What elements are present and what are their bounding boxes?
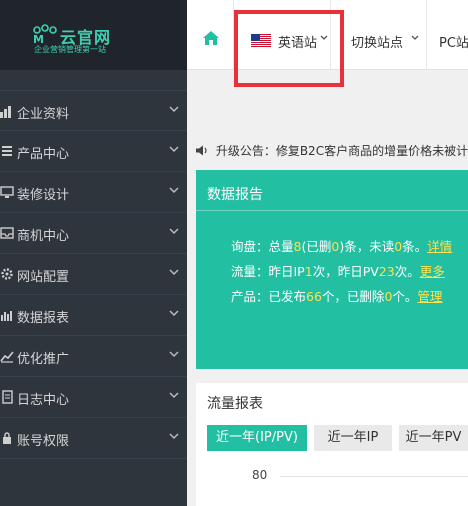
traffic-line: 流量：昨日IP1次，昨日PV23次。更多 [231, 261, 445, 280]
speaker-icon [196, 145, 207, 156]
bar-chart-icon [0, 106, 11, 118]
report-title: 数据报告 [207, 187, 263, 203]
y-axis-tick: 80 [252, 468, 268, 482]
product-text: 个，已删除 [321, 289, 385, 304]
chevron-down-icon [169, 433, 179, 440]
inquiry-unread: 0 [394, 239, 403, 254]
sidebar-item-label: 产品中心 [17, 147, 70, 162]
switch-site-label: 切换站点 [351, 36, 404, 51]
language-label: 英语站 [278, 36, 318, 51]
chevron-down-icon [169, 351, 179, 358]
data-report-panel: 数据报告 询盘：总量8(已删0)条，未读0条。详情 流量：昨日IP1次，昨日PV… [196, 170, 468, 369]
sidebar-item-label: 优化推广 [17, 352, 70, 367]
logo-icon: M [33, 24, 57, 44]
monitor-icon [0, 186, 14, 198]
product-text: 个。 [392, 289, 418, 304]
sidebar-item-account[interactable]: 账号权限 [0, 418, 187, 459]
sidebar-item-label: 企业资料 [17, 107, 70, 122]
inquiry-text: (已删 [301, 239, 332, 254]
chart-gridline [280, 476, 468, 477]
sidebar-item-company-info[interactable]: 企业资料 [0, 90, 187, 131]
home-button[interactable] [187, 0, 234, 70]
logo[interactable]: M 云官网 企业营销管理第一站 [0, 0, 187, 70]
traffic-report-title: 流量报表 [207, 396, 263, 412]
product-line: 产品：已发布66个，已删除0个。管理 [231, 286, 442, 305]
us-flag-icon [251, 34, 271, 47]
sidebar-item-label: 账号权限 [17, 434, 70, 449]
pc-site-label: PC站 [439, 36, 468, 51]
home-icon [203, 31, 219, 45]
inquiry-label: 询盘：总量 [231, 239, 294, 254]
inquiry-details-link[interactable]: 详情 [427, 239, 452, 254]
inquiry-text: 条。 [402, 239, 428, 254]
tab-year-ip[interactable]: 近一年IP [314, 425, 392, 451]
sidebar-item-logs[interactable]: 日志中心 [0, 377, 187, 418]
traffic-more-link[interactable]: 更多 [420, 264, 445, 279]
chevron-down-icon [320, 35, 328, 40]
pc-site-link[interactable]: PC站 [427, 0, 468, 70]
lock-icon [3, 432, 11, 444]
bar-chart-icon [1, 311, 12, 321]
announcement-text: 升级公告：修复B2C客户商品的增量价格未被计算的问题 [215, 144, 468, 158]
language-dropdown[interactable]: 英语站 [234, 0, 331, 70]
logo-subtitle: 企业营销管理第一站 [34, 45, 106, 54]
sidebar-item-design[interactable]: 装修设计 [0, 172, 187, 213]
sidebar-item-seo[interactable]: 优化推广 [0, 336, 187, 377]
traffic-report-panel: 流量报表 近一年(IP/PV) 近一年IP 近一年PV 80 [196, 383, 468, 506]
traffic-pv: 23 [378, 264, 395, 279]
product-published: 66 [306, 289, 322, 304]
traffic-label: 流量：昨日IP [231, 264, 305, 279]
chevron-down-icon [169, 187, 179, 194]
chevron-down-icon [169, 228, 179, 235]
sidebar-item-leads[interactable]: 商机中心 [0, 213, 187, 254]
sidebar-item-data-reports[interactable]: 数据报表 [0, 295, 187, 336]
traffic-ip: 1 [304, 264, 313, 279]
chevron-down-icon [169, 269, 179, 276]
inquiry-line: 询盘：总量8(已删0)条，未读0条。详情 [231, 236, 452, 255]
svg-text:M: M [33, 33, 44, 44]
tab-year-ip-pv[interactable]: 近一年(IP/PV) [207, 425, 307, 451]
sidebar-item-label: 网站配置 [17, 270, 70, 285]
product-label: 产品：已发布 [231, 289, 307, 304]
sidebar: M 云官网 企业营销管理第一站 企业资料 产品中心 装修设计 商机中心 网站配置 [0, 0, 187, 506]
chevron-down-icon [169, 106, 179, 113]
traffic-text: 次。 [394, 264, 420, 279]
chevron-down-icon [169, 392, 179, 399]
announcement[interactable]: 升级公告：修复B2C客户商品的增量价格未被计算的问题 [196, 142, 468, 160]
sidebar-menu: 企业资料 产品中心 装修设计 商机中心 网站配置 数据报表 优化推广 日志中心 … [0, 90, 187, 459]
chevron-down-icon [411, 35, 419, 40]
divider [196, 210, 468, 211]
switch-site-dropdown[interactable]: 切换站点 [331, 0, 427, 70]
document-icon [2, 390, 13, 404]
tab-year-pv[interactable]: 近一年PV [399, 425, 468, 451]
sidebar-item-label: 装修设计 [17, 188, 70, 203]
inquiry-text: )条，未读 [339, 239, 395, 254]
inbox-icon [0, 227, 14, 239]
sidebar-item-label: 数据报表 [17, 311, 70, 326]
gear-icon [1, 268, 13, 280]
traffic-text: 次，昨日PV [312, 264, 379, 279]
sidebar-item-site-config[interactable]: 网站配置 [0, 254, 187, 295]
chevron-down-icon [169, 146, 179, 153]
line-chart-icon [0, 351, 14, 363]
list-icon [2, 146, 12, 156]
chevron-down-icon [169, 310, 179, 317]
sidebar-item-label: 商机中心 [17, 229, 70, 244]
product-manage-link[interactable]: 管理 [417, 289, 442, 304]
sidebar-item-label: 日志中心 [17, 393, 70, 408]
top-nav: 英语站 切换站点 PC站 [187, 0, 468, 70]
sidebar-item-products[interactable]: 产品中心 [0, 131, 187, 172]
